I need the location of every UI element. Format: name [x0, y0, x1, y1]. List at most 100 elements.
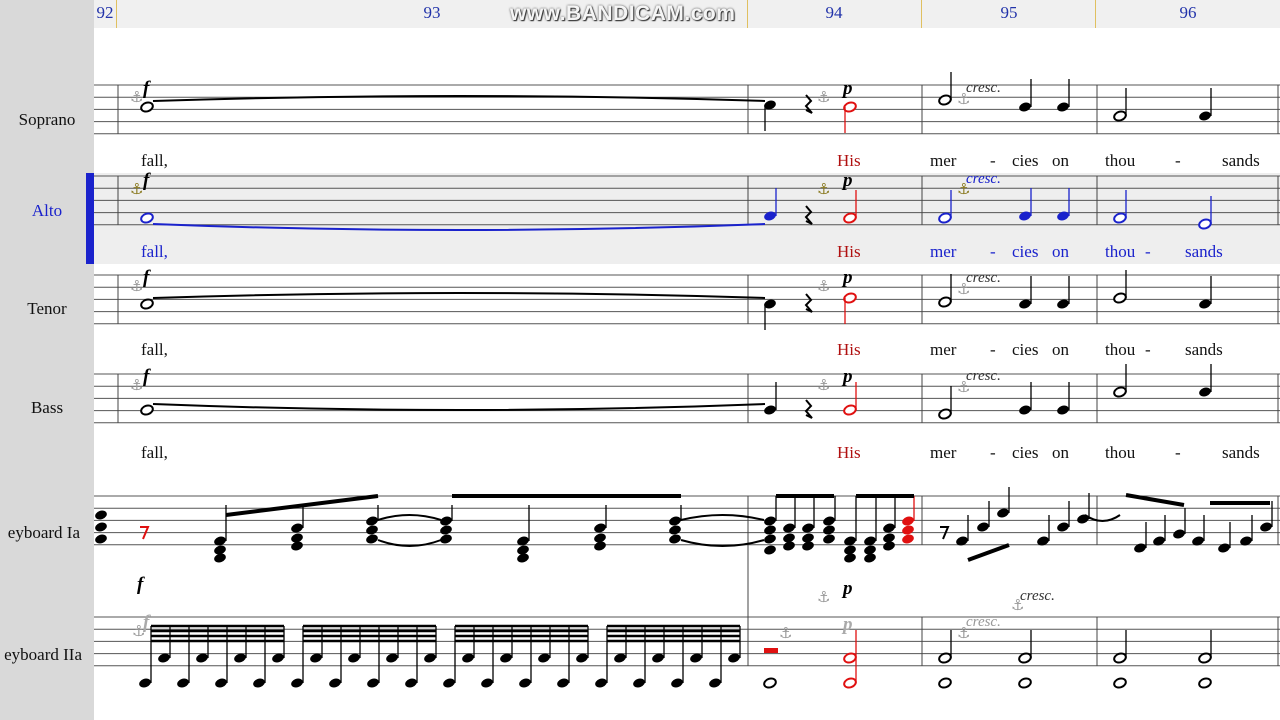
lyric-tenor-mer[interactable]: mer — [930, 340, 956, 360]
sixteenth-note[interactable] — [594, 677, 608, 689]
chord-note[interactable] — [94, 533, 108, 545]
lyric-soprano-thou[interactable]: thou — [1105, 151, 1135, 171]
cresc-tenor[interactable]: cresc. — [966, 270, 1001, 287]
anchor-icon[interactable]: ⚓ — [957, 90, 970, 108]
dynamic-piano-soprano[interactable]: p — [843, 78, 853, 100]
chord-note[interactable] — [94, 509, 108, 521]
chord-note[interactable] — [763, 533, 777, 545]
half-note[interactable] — [938, 677, 952, 689]
half-note[interactable] — [1113, 110, 1127, 122]
lyric-tenor-on[interactable]: on — [1052, 340, 1069, 360]
anchor-icon[interactable]: ⚓ — [130, 180, 143, 198]
lyric-soprano-on[interactable]: on — [1052, 151, 1069, 171]
lyric-bass-cies[interactable]: cies — [1012, 443, 1038, 463]
eighth-note[interactable] — [996, 507, 1010, 519]
eighth-note[interactable] — [1076, 513, 1090, 525]
half-note[interactable] — [1113, 212, 1127, 224]
chord-note[interactable] — [290, 540, 304, 552]
sixteenth-note[interactable] — [328, 677, 342, 689]
anchor-icon[interactable]: ⚓ — [130, 376, 143, 394]
eighth-note[interactable] — [1056, 521, 1070, 533]
chord-note[interactable] — [863, 552, 877, 564]
whole-note[interactable] — [140, 404, 154, 416]
note[interactable] — [1198, 110, 1212, 122]
chord-note[interactable] — [882, 540, 896, 552]
lyric-tenor-his[interactable]: His — [837, 340, 861, 360]
lyric-alto-mer[interactable]: mer — [930, 242, 956, 262]
cresc-soprano[interactable]: cresc. — [966, 80, 1001, 97]
dynamic-forte-tenor[interactable]: f — [143, 267, 149, 289]
chord-note[interactable] — [213, 552, 227, 564]
lyric-bass-sands[interactable]: sands — [1222, 443, 1260, 463]
sixteenth-note[interactable] — [670, 677, 684, 689]
half-note[interactable] — [938, 296, 952, 308]
chord-note[interactable] — [365, 533, 379, 545]
anchor-icon[interactable]: ⚓ — [1011, 596, 1024, 614]
half-note[interactable] — [938, 408, 952, 420]
lyric-bass-fall[interactable]: fall, — [141, 443, 168, 463]
selected-half-note[interactable] — [843, 677, 857, 689]
anchor-icon[interactable]: ⚓ — [779, 624, 792, 642]
lyric-soprano-sands[interactable]: sands — [1222, 151, 1260, 171]
lyric-alto-thou[interactable]: thou — [1105, 242, 1135, 262]
sixteenth-note[interactable] — [632, 677, 646, 689]
dynamic-forte-alto[interactable]: f — [143, 170, 149, 192]
cresc-keyboard-iia[interactable]: cresc. — [966, 614, 1001, 631]
eighth-note[interactable] — [1172, 528, 1186, 540]
sixteenth-note[interactable] — [138, 677, 152, 689]
cresc-keyboard[interactable]: cresc. — [1020, 588, 1055, 605]
quarter-note[interactable] — [1018, 404, 1032, 416]
cresc-bass[interactable]: cresc. — [966, 368, 1001, 385]
half-note[interactable] — [1198, 677, 1212, 689]
anchor-icon[interactable]: ⚓ — [817, 88, 830, 106]
lyric-tenor-thou[interactable]: thou — [1105, 340, 1135, 360]
chord-note[interactable] — [668, 515, 682, 527]
dynamic-piano-bass[interactable]: p — [843, 366, 853, 388]
chord-note[interactable] — [763, 544, 777, 556]
chord-note[interactable] — [516, 552, 530, 564]
lyric-alto-cies[interactable]: cies — [1012, 242, 1038, 262]
chord-note[interactable] — [822, 515, 836, 527]
dynamic-forte-soprano[interactable]: f — [143, 78, 149, 100]
quarter-note[interactable] — [763, 210, 777, 222]
chord-note[interactable] — [763, 524, 777, 536]
anchor-icon[interactable]: ⚓ — [817, 376, 830, 394]
eighth-note[interactable] — [1133, 542, 1147, 554]
chord-note[interactable] — [822, 533, 836, 545]
half-note[interactable] — [1113, 292, 1127, 304]
lyric-soprano-fall[interactable]: fall, — [141, 151, 168, 171]
anchor-icon[interactable]: ⚓ — [817, 277, 830, 295]
anchor-icon[interactable]: ⚓ — [957, 624, 970, 642]
sixteenth-note[interactable] — [708, 677, 722, 689]
half-note[interactable] — [938, 94, 952, 106]
lyric-alto-his[interactable]: His — [837, 242, 861, 262]
sixteenth-note[interactable] — [214, 677, 228, 689]
chord-note[interactable] — [94, 521, 108, 533]
lyric-bass-his[interactable]: His — [837, 443, 861, 463]
dynamic-forte-bass[interactable]: f — [143, 366, 149, 388]
half-note[interactable] — [1113, 677, 1127, 689]
anchor-icon[interactable]: ⚓ — [957, 280, 970, 298]
note[interactable] — [1198, 386, 1212, 398]
anchor-icon[interactable]: ⚓ — [817, 588, 830, 606]
chord-note[interactable] — [843, 552, 857, 564]
chord-note[interactable] — [801, 540, 815, 552]
dynamic-piano-keyboard[interactable]: p — [843, 578, 853, 600]
chord-note[interactable] — [365, 524, 379, 536]
chord-note[interactable] — [365, 515, 379, 527]
chord-note[interactable] — [439, 524, 453, 536]
lyric-alto-on[interactable]: on — [1052, 242, 1069, 262]
anchor-icon[interactable]: ⚓ — [130, 277, 143, 295]
chord-note[interactable] — [763, 515, 777, 527]
half-note[interactable] — [763, 677, 777, 689]
anchor-icon[interactable]: ⚓ — [130, 88, 143, 106]
whole-note[interactable] — [140, 212, 154, 224]
selected-half-note[interactable] — [843, 404, 857, 416]
sixteenth-note[interactable] — [290, 677, 304, 689]
lyric-alto-sands[interactable]: sands — [1185, 242, 1223, 262]
lyric-soprano-cies[interactable]: cies — [1012, 151, 1038, 171]
chord-note[interactable] — [822, 524, 836, 536]
selected-chord-note[interactable] — [901, 515, 915, 527]
sixteenth-note[interactable] — [366, 677, 380, 689]
lyric-bass-thou[interactable]: thou — [1105, 443, 1135, 463]
